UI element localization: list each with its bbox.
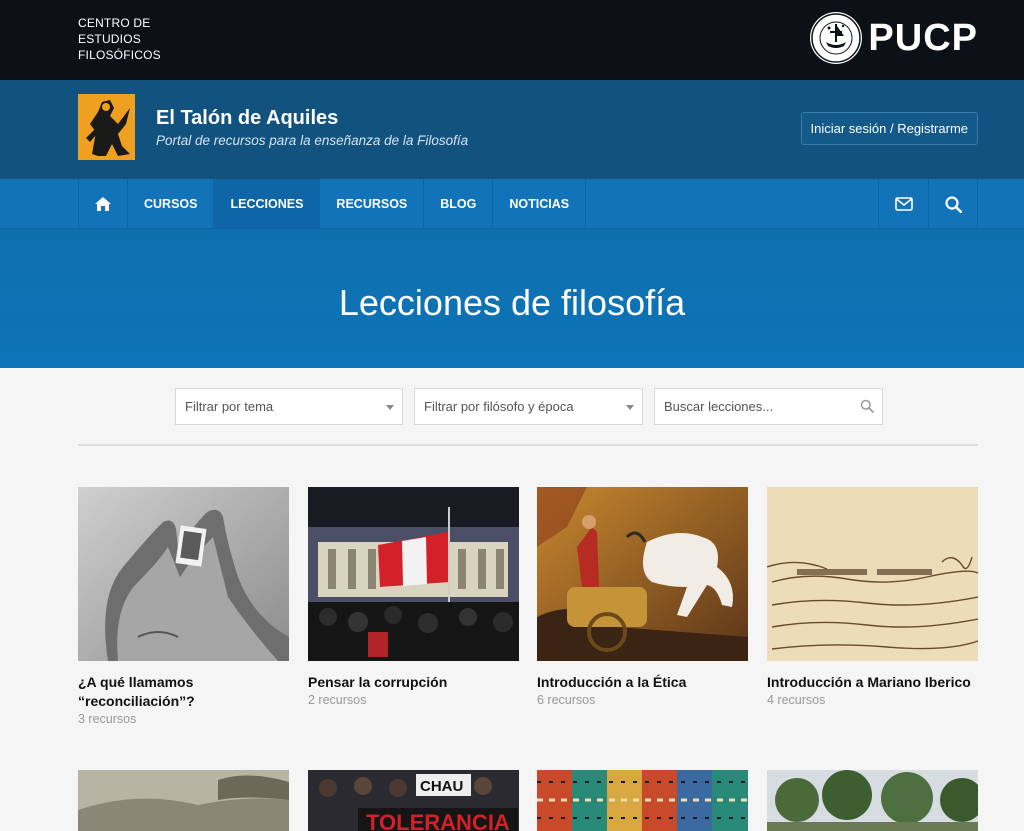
resource-count: 3 recursos <box>78 712 137 726</box>
login-button[interactable]: Iniciar sesión / Registrarme <box>800 112 978 145</box>
lesson-thumbnail[interactable] <box>537 487 748 661</box>
lesson-card[interactable]: Introducción a Mariano Iberico 4 recurso… <box>767 487 978 707</box>
lesson-search-input[interactable] <box>655 389 845 424</box>
lesson-card[interactable]: CHAU TOLERANCIA <box>308 770 519 831</box>
site-header: El Talón de Aquiles Portal de recursos p… <box>0 80 1024 179</box>
protest-sign-text: CHAU <box>420 778 463 795</box>
lesson-title[interactable]: Introducción a Mariano Iberico <box>767 673 978 692</box>
org-line: ESTUDIOS <box>78 32 141 46</box>
org-line: CENTRO DE <box>78 16 151 30</box>
lesson-thumbnail[interactable] <box>308 487 519 661</box>
resource-count: 2 recursos <box>308 693 367 707</box>
top-bar: CENTRO DE ESTUDIOS FILOSÓFICOS PUCP <box>0 0 1024 80</box>
divider <box>78 444 978 446</box>
lesson-thumbnail[interactable] <box>767 770 978 831</box>
philosopher-filter-select[interactable]: Filtrar por filósofo y época <box>414 388 643 425</box>
lesson-card[interactable]: Pensar la corrupción 2 recursos <box>308 487 519 707</box>
mail-icon <box>894 197 913 211</box>
theme-filter-value: Filtrar por tema <box>185 399 274 414</box>
page-title: Lecciones de filosofía <box>338 281 686 323</box>
protest-banner-text: TOLERANCIA <box>366 810 510 831</box>
lesson-search <box>654 388 883 425</box>
search-button[interactable] <box>928 179 978 229</box>
chevron-down-icon <box>386 405 394 410</box>
lesson-thumbnail[interactable] <box>78 770 289 831</box>
centro-estudios-logo[interactable]: CENTRO DE ESTUDIOS FILOSÓFICOS <box>78 15 161 63</box>
lesson-card[interactable] <box>767 770 978 831</box>
main-nav: CURSOS LECCIONES RECURSOS BLOG NOTICIAS <box>0 179 1024 229</box>
lesson-title[interactable]: Pensar la corrupción <box>308 673 519 692</box>
nav-lecciones[interactable]: LECCIONES <box>213 179 320 229</box>
contact-button[interactable] <box>878 179 928 229</box>
lesson-title[interactable]: Introducción a la Ética <box>537 673 748 692</box>
site-subtitle: Portal de recursos para la enseñanza de … <box>156 133 469 148</box>
hero-banner: Lecciones de filosofía <box>0 229 1024 368</box>
home-icon <box>95 197 111 211</box>
search-icon[interactable] <box>860 399 874 413</box>
achilles-logo-icon[interactable] <box>78 94 135 160</box>
lesson-thumbnail[interactable] <box>78 487 289 661</box>
pucp-seal-icon <box>810 12 863 64</box>
theme-filter-select[interactable]: Filtrar por tema <box>175 388 403 425</box>
resource-count: 6 recursos <box>537 693 596 707</box>
pucp-logo[interactable]: PUCP <box>810 12 978 64</box>
resource-count: 4 recursos <box>767 693 826 707</box>
nav-noticias[interactable]: NOTICIAS <box>492 179 587 229</box>
nav-blog[interactable]: BLOG <box>423 179 492 229</box>
philosopher-filter-value: Filtrar por filósofo y época <box>424 399 574 414</box>
nav-cursos[interactable]: CURSOS <box>127 179 213 229</box>
lesson-thumbnail[interactable] <box>767 487 978 661</box>
lesson-card[interactable]: ¿A qué llamamos “reconciliación”? 3 recu… <box>78 487 289 726</box>
lesson-card[interactable]: Introducción a la Ética 6 recursos <box>537 487 748 707</box>
nav-recursos[interactable]: RECURSOS <box>319 179 423 229</box>
pucp-wordmark: PUCP <box>868 16 978 59</box>
lesson-thumbnail[interactable] <box>537 770 748 831</box>
site-title[interactable]: El Talón de Aquiles <box>156 107 338 130</box>
chevron-down-icon <box>626 405 634 410</box>
nav-home[interactable] <box>78 179 127 229</box>
filter-bar: Filtrar por tema Filtrar por filósofo y … <box>175 388 883 425</box>
lesson-title[interactable]: ¿A qué llamamos “reconciliación”? <box>78 673 289 711</box>
org-line: FILOSÓFICOS <box>78 48 161 62</box>
lesson-card[interactable] <box>78 770 289 831</box>
search-icon <box>944 195 962 213</box>
lesson-card[interactable] <box>537 770 748 831</box>
lesson-thumbnail[interactable]: CHAU TOLERANCIA <box>308 770 519 831</box>
